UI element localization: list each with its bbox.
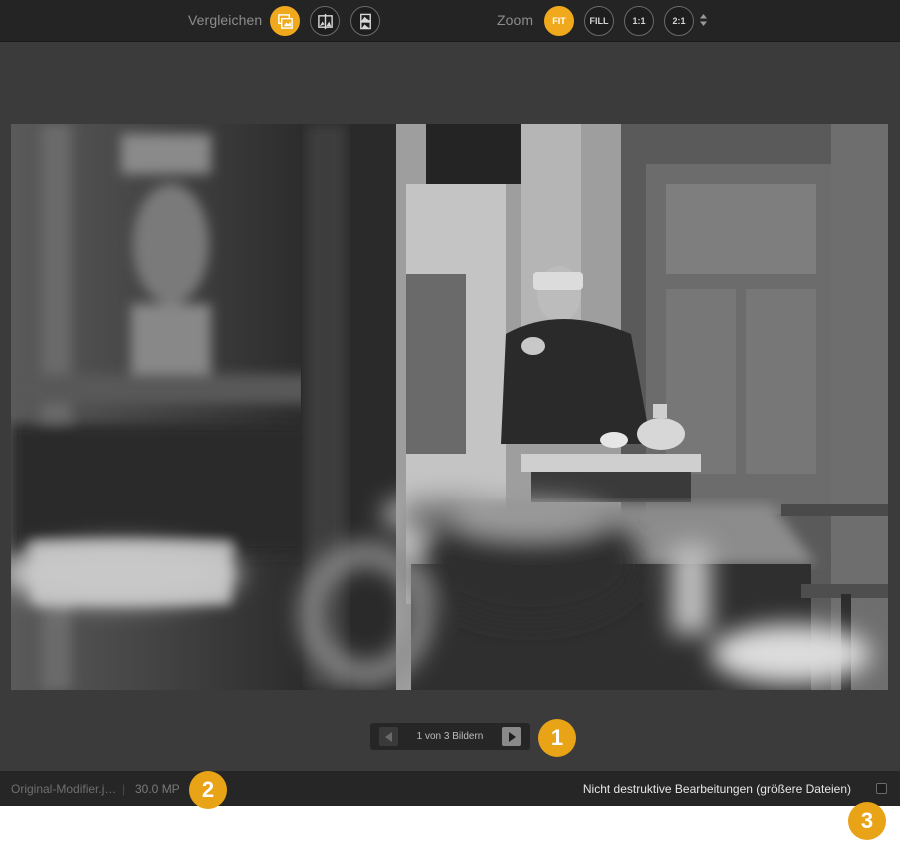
callout-badge-2: 2 xyxy=(189,771,227,809)
zoom-200-button[interactable]: 2:1 xyxy=(664,6,694,36)
image-counter: 1 von 3 Bildern xyxy=(416,731,484,742)
image-navigator: 1 von 3 Bildern xyxy=(370,723,530,750)
top-toolbar: Vergleichen Zoom FIT FILL 1:1 2:1 xyxy=(0,0,900,42)
side-by-side-icon xyxy=(277,13,293,29)
next-image-button[interactable] xyxy=(502,727,521,746)
megapixels-label: 30.0 MP xyxy=(135,782,180,796)
callout-badge-1: 1 xyxy=(538,719,576,757)
next-arrow-icon xyxy=(508,731,516,742)
zoom-100-button[interactable]: 1:1 xyxy=(624,6,654,36)
status-bar: Original-Modifier.j… | 30.0 MP Nicht des… xyxy=(0,771,900,806)
compare-stacked-button[interactable] xyxy=(350,6,380,36)
compare-split-button[interactable] xyxy=(310,6,340,36)
compare-side-by-side-button[interactable] xyxy=(270,6,300,36)
zoom-fill-button[interactable]: FILL xyxy=(584,6,614,36)
previous-image-button[interactable] xyxy=(379,727,398,746)
app-window: Vergleichen Zoom FIT FILL 1:1 2:1 1 von … xyxy=(0,0,900,806)
callout-badge-3: 3 xyxy=(848,802,886,840)
zoom-fit-button[interactable]: FIT xyxy=(544,6,574,36)
photo-preview xyxy=(11,124,888,690)
filename-label: Original-Modifier.j… xyxy=(11,782,117,796)
zoom-label: Zoom xyxy=(497,12,534,28)
nondestructive-label: Nicht destruktive Bearbeitungen (größere… xyxy=(582,782,851,796)
stacked-view-icon xyxy=(359,13,371,29)
prev-arrow-icon xyxy=(384,731,392,742)
sort-arrows-icon[interactable] xyxy=(699,13,708,27)
compare-label: Vergleichen xyxy=(188,12,263,28)
nondestructive-checkbox[interactable] xyxy=(876,783,887,794)
status-separator: | xyxy=(122,782,126,796)
split-view-icon xyxy=(317,13,333,29)
